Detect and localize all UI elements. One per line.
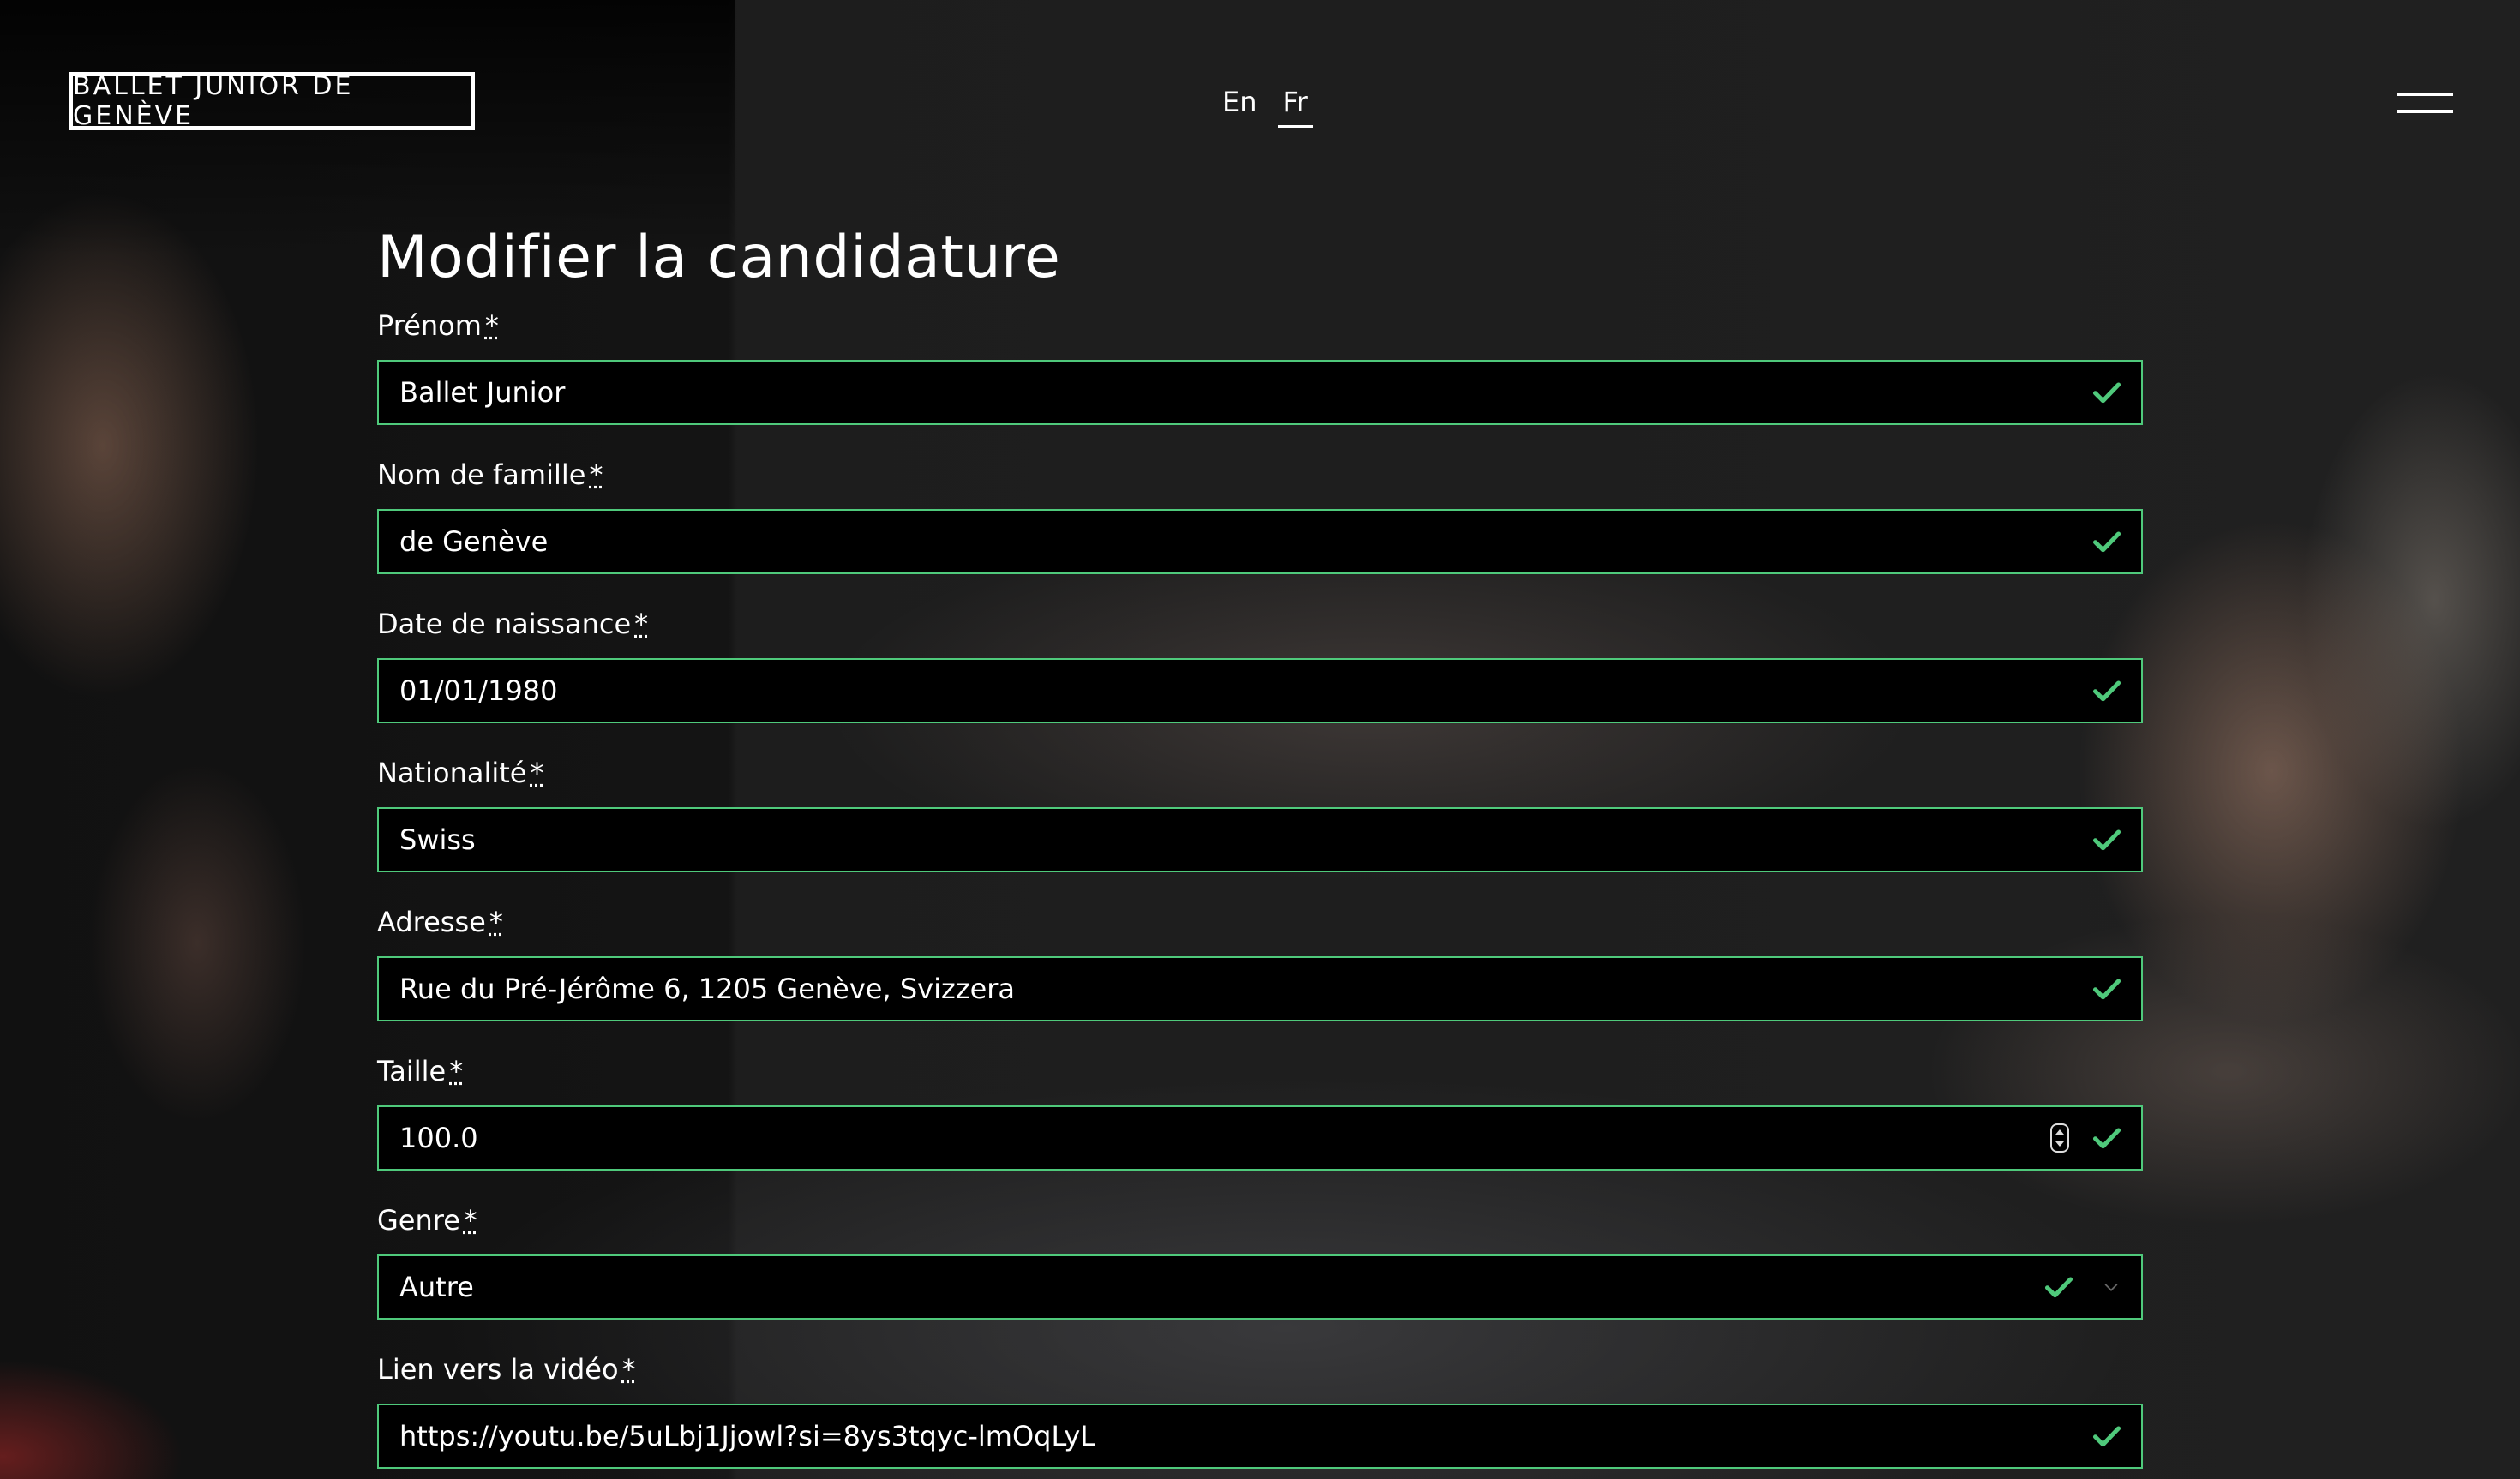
video-link-input[interactable]: https://youtu.be/5uLbj1Jjowl?si=8ys3tqyc… (377, 1404, 2143, 1469)
page-title: Modifier la candidature (377, 224, 1061, 291)
input-value: Swiss (399, 823, 476, 856)
field-label: Date de naissance * (377, 608, 649, 640)
field-label: Adresse * (377, 906, 503, 938)
field-label: Genre * (377, 1204, 477, 1236)
address-input[interactable]: Rue du Pré-Jérôme 6, 1205 Genève, Svizze… (377, 956, 2143, 1021)
field-height: Taille * 100.0 (377, 1054, 2143, 1171)
last-name-input[interactable]: de Genève (377, 509, 2143, 574)
field-video-link: Lien vers la vidéo * https://youtu.be/5uL… (377, 1352, 2143, 1469)
input-value: 100.0 (399, 1122, 478, 1154)
required-marker: * (589, 458, 603, 491)
field-last-name: Nom de famille * de Genève (377, 458, 2143, 574)
field-label: Prénom * (377, 309, 499, 342)
check-icon (2092, 979, 2121, 1000)
page: BALLET JUNIOR DE GENÈVE En Fr Modifier l… (0, 0, 2520, 1479)
first-name-input[interactable]: Ballet Junior (377, 360, 2143, 425)
required-marker: * (530, 757, 544, 789)
field-address: Adresse * Rue du Pré-Jérôme 6, 1205 Genèv… (377, 905, 2143, 1021)
logo-text: BALLET JUNIOR DE GENÈVE (73, 71, 354, 131)
field-label: Nom de famille * (377, 458, 603, 491)
application-form: Modifier la candidature Prénom * Ballet J… (377, 221, 2143, 1479)
language-fr-link[interactable]: Fr (1277, 86, 1313, 128)
field-label: Taille * (377, 1055, 464, 1087)
height-number-input[interactable]: 100.0 (377, 1105, 2143, 1171)
field-birth-date: Date de naissance * 01/01/1980 (377, 607, 2143, 723)
check-icon (2092, 1128, 2121, 1149)
check-icon (2092, 531, 2121, 553)
hamburger-menu-icon[interactable] (2397, 91, 2453, 117)
birth-date-input[interactable]: 01/01/1980 (377, 658, 2143, 723)
input-value: Rue du Pré-Jérôme 6, 1205 Genève, Svizze… (399, 973, 1016, 1005)
required-marker: * (484, 309, 499, 342)
spinner-icon[interactable] (2050, 1123, 2069, 1153)
site-logo[interactable]: BALLET JUNIOR DE GENÈVE (69, 71, 475, 131)
check-icon (2044, 1277, 2073, 1298)
check-icon (2092, 1426, 2121, 1447)
chevron-down-icon (2104, 1284, 2118, 1291)
check-icon (2092, 680, 2121, 702)
select-value: Autre (399, 1271, 474, 1303)
language-switcher: En Fr (1217, 86, 1313, 128)
language-en-link[interactable]: En (1217, 86, 1263, 128)
check-icon (2092, 829, 2121, 851)
input-value: https://youtu.be/5uLbj1Jjowl?si=8ys3tqyc… (399, 1420, 1096, 1452)
required-marker: * (621, 1353, 636, 1386)
input-value: de Genève (399, 525, 549, 558)
required-marker: * (463, 1204, 477, 1236)
input-value: 01/01/1980 (399, 674, 558, 707)
check-icon (2092, 382, 2121, 404)
field-nationality: Nationalité * Swiss (377, 756, 2143, 872)
field-label: Nationalité * (377, 757, 544, 789)
required-marker: * (449, 1055, 464, 1087)
input-value: Ballet Junior (399, 376, 566, 409)
required-marker: * (489, 906, 503, 938)
field-first-name: Prénom * Ballet Junior (377, 308, 2143, 425)
nationality-input[interactable]: Swiss (377, 807, 2143, 872)
gender-select[interactable]: Autre (377, 1254, 2143, 1320)
field-gender: Genre * Autre (377, 1203, 2143, 1320)
required-marker: * (634, 608, 649, 640)
field-label: Lien vers la vidéo * (377, 1353, 636, 1386)
